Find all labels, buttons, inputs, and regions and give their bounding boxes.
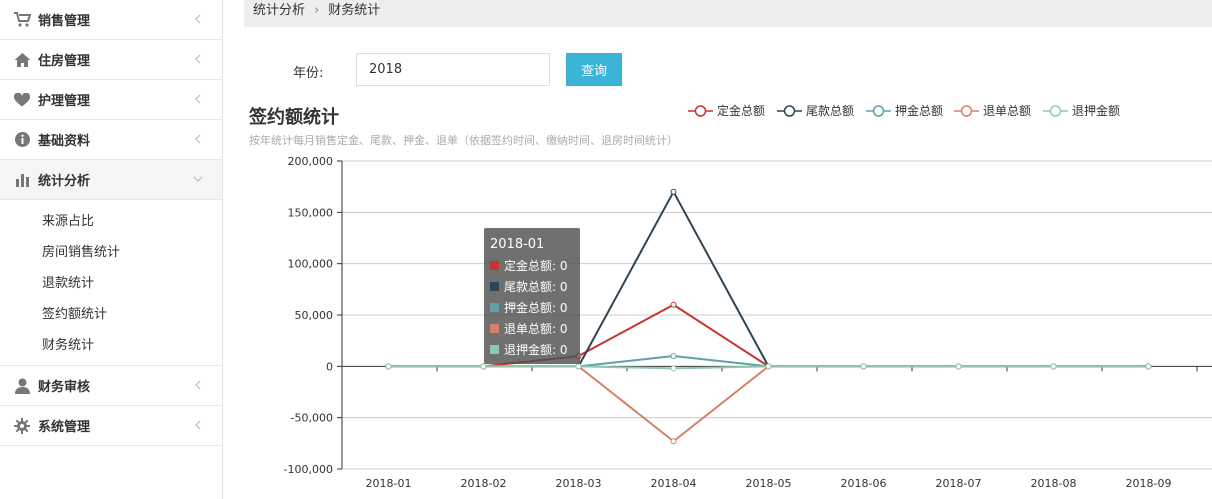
y-tick-label: -100,000 — [284, 463, 333, 476]
y-tick-label: 200,000 — [288, 155, 334, 168]
data-point — [955, 363, 962, 370]
legend-label: 退单总额 — [983, 104, 1031, 118]
x-tick-label: 2018-09 — [1126, 477, 1172, 490]
y-tick-label: -50,000 — [291, 412, 333, 425]
y-tick-label: 100,000 — [288, 258, 334, 271]
legend-swatch-marker — [783, 105, 796, 117]
tooltip-item: 押金总额: 0 — [504, 300, 568, 315]
tooltip-swatch — [490, 282, 499, 291]
tooltip-swatch — [490, 324, 499, 333]
chart-subtitle: 按年统计每月销售定金、尾款、押金、退单（依据签约时间、缴纳时间、退房时间统计） — [249, 133, 678, 147]
legend-swatch-marker — [1049, 105, 1062, 117]
contract-amount-chart: 签约额统计按年统计每月销售定金、尾款、押金、退单（依据签约时间、缴纳时间、退房时… — [248, 103, 1212, 490]
legend-label: 押金总额 — [895, 103, 943, 118]
data-point — [860, 363, 867, 370]
tooltip-item: 定金总额: 0 — [504, 258, 568, 273]
data-point — [670, 365, 677, 372]
legend-swatch-marker — [960, 105, 973, 117]
legend-label: 退押金额 — [1072, 103, 1120, 118]
tooltip-swatch — [490, 303, 499, 312]
series-line-3 — [388, 365, 1149, 443]
legend-label: 尾款总额 — [806, 104, 854, 118]
y-tick-label: 50,000 — [295, 309, 334, 322]
x-tick-label: 2018-05 — [746, 477, 792, 490]
tooltip-swatch — [490, 261, 499, 270]
tooltip-item: 退单总额: 0 — [504, 322, 568, 336]
data-point — [670, 438, 677, 445]
x-tick-label: 2018-01 — [366, 477, 412, 490]
data-point — [670, 188, 677, 195]
x-tick-label: 2018-08 — [1031, 477, 1077, 490]
x-tick-label: 2018-07 — [936, 477, 982, 490]
legend-swatch-marker — [872, 105, 885, 117]
y-tick-label: 150,000 — [288, 206, 334, 219]
legend-label: 定金总额 — [717, 103, 765, 118]
tooltip-item: 尾款总额: 0 — [504, 280, 568, 294]
x-tick-label: 2018-04 — [651, 477, 697, 490]
data-point — [1050, 363, 1057, 370]
tooltip-swatch — [490, 345, 499, 354]
tooltip-title: 2018-01 — [490, 237, 544, 252]
data-point — [385, 363, 392, 370]
data-point — [670, 353, 677, 360]
data-point — [765, 363, 772, 370]
data-point — [480, 363, 487, 370]
tooltip-item: 退押金额: 0 — [504, 342, 568, 357]
x-tick-label: 2018-06 — [841, 477, 887, 490]
x-tick-label: 2018-03 — [556, 477, 602, 490]
y-tick-label: 0 — [326, 360, 333, 373]
data-point — [575, 363, 582, 370]
chart-title: 签约额统计 — [248, 106, 339, 128]
legend-swatch-marker — [694, 105, 707, 117]
data-point — [1145, 363, 1152, 370]
x-tick-label: 2018-02 — [461, 477, 507, 490]
data-point — [670, 301, 677, 308]
